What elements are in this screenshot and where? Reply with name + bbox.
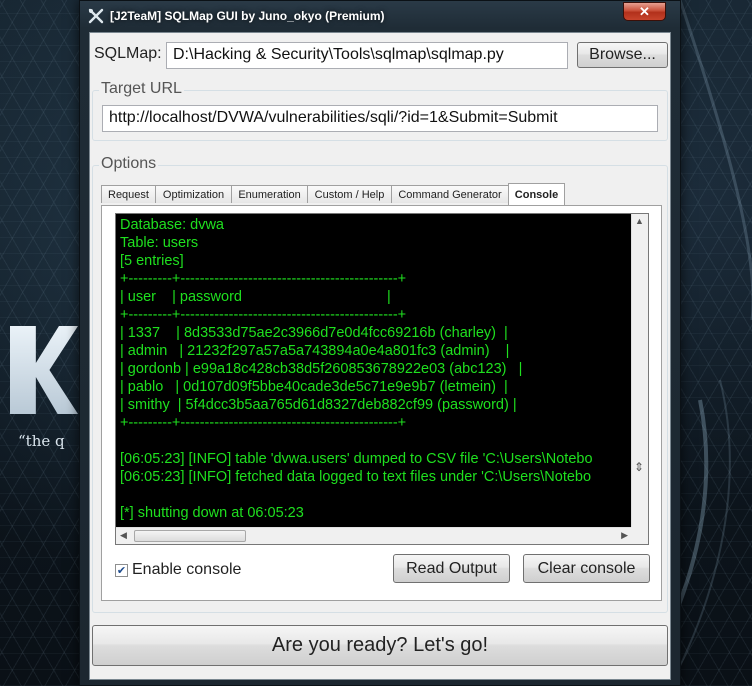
console-line: +---------+-----------------------------… bbox=[120, 271, 407, 287]
enable-console-checkbox[interactable]: ✔ bbox=[115, 563, 128, 577]
options-group: Options Request Optimization Enumeration… bbox=[92, 155, 668, 613]
target-url-group: Target URL http://localhost/DVWA/vulnera… bbox=[92, 80, 668, 141]
console-line: +---------+-----------------------------… bbox=[120, 415, 407, 431]
title-bar[interactable]: [J2TeaM] SQLMap GUI by Juno_okyo (Premiu… bbox=[80, 1, 680, 31]
console-line: | pablo | 0d107d09f5bbe40cade3de5c71e9e9… bbox=[120, 379, 508, 395]
options-legend: Options bbox=[99, 155, 159, 173]
tab-command-generator[interactable]: Command Generator bbox=[391, 185, 509, 203]
console-line: +---------+-----------------------------… bbox=[120, 307, 407, 323]
sqlmap-gui-window: [J2TeaM] SQLMap GUI by Juno_okyo (Premiu… bbox=[79, 0, 681, 686]
tab-console[interactable]: Console bbox=[508, 183, 565, 205]
target-url-legend: Target URL bbox=[99, 80, 184, 98]
tools-icon bbox=[88, 8, 104, 24]
console-line: | admin | 21232f297a57a5a743894a0e4a801f… bbox=[120, 343, 510, 359]
tab-optimization[interactable]: Optimization bbox=[155, 185, 232, 203]
console-line: | 1337 | 8d3533d75ae2c3966d7e0d4fcc69216… bbox=[120, 325, 508, 341]
console-line: [06:05:23] [INFO] fetched data logged to… bbox=[120, 469, 592, 485]
tab-custom-help[interactable]: Custom / Help bbox=[307, 185, 392, 203]
console-vertical-scrollbar[interactable]: ▲ ⇕ bbox=[631, 214, 648, 528]
tab-request[interactable]: Request bbox=[101, 185, 156, 203]
console-line: | smithy | 5f4dcc3b5aa765d61d8327deb882c… bbox=[120, 397, 517, 413]
scroll-up-icon[interactable]: ▲ bbox=[635, 216, 644, 226]
clear-console-button[interactable]: Clear console bbox=[523, 554, 650, 583]
window-client-area: SQLMap: D:\Hacking & Security\Tools\sqlm… bbox=[89, 32, 671, 680]
console-line: Table: users bbox=[120, 235, 199, 251]
horizontal-scroll-thumb[interactable] bbox=[134, 530, 246, 542]
close-button[interactable]: ✕ bbox=[623, 2, 666, 21]
checkmark-icon: ✔ bbox=[116, 564, 127, 577]
enable-console-option[interactable]: ✔ Enable console bbox=[115, 561, 241, 579]
console-tab-page: Database: dvwa Table: users [5 entries] +--… bbox=[101, 205, 662, 601]
run-button[interactable]: Are you ready? Let's go! bbox=[92, 625, 668, 666]
scroll-left-icon[interactable]: ◀ bbox=[120, 530, 127, 541]
console-line: | user | password | bbox=[120, 289, 391, 305]
console-line: [5 entries] bbox=[120, 253, 184, 269]
window-title: [J2TeaM] SQLMap GUI by Juno_okyo (Premiu… bbox=[110, 9, 385, 23]
console-line: | gordonb | e99a18c428cb38d5f26085367892… bbox=[120, 361, 523, 377]
scroll-right-icon[interactable]: ▶ bbox=[621, 530, 628, 541]
console-line: [*] shutting down at 06:05:23 bbox=[120, 505, 304, 521]
console-horizontal-scrollbar[interactable]: ◀ ▶ bbox=[116, 527, 648, 544]
console-text: Database: dvwa Table: users [5 entries] +--… bbox=[120, 216, 630, 526]
console-line: Database: dvwa bbox=[120, 217, 224, 233]
tab-enumeration[interactable]: Enumeration bbox=[231, 185, 308, 203]
close-icon: ✕ bbox=[639, 3, 650, 19]
sqlmap-label: SQLMap: bbox=[94, 45, 162, 62]
console-output[interactable]: Database: dvwa Table: users [5 entries] +--… bbox=[115, 213, 649, 545]
enable-console-label: Enable console bbox=[132, 561, 242, 578]
browse-button[interactable]: Browse... bbox=[577, 42, 668, 68]
background-quote: “the q bbox=[18, 432, 65, 450]
sqlmap-path-input[interactable]: D:\Hacking & Security\Tools\sqlmap\sqlma… bbox=[166, 42, 568, 69]
scroll-updown-icon: ⇕ bbox=[634, 460, 645, 474]
read-output-button[interactable]: Read Output bbox=[393, 554, 510, 583]
console-line: [06:05:23] [INFO] table 'dvwa.users' dum… bbox=[120, 451, 593, 467]
target-url-input[interactable]: http://localhost/DVWA/vulnerabilities/sq… bbox=[102, 105, 658, 132]
